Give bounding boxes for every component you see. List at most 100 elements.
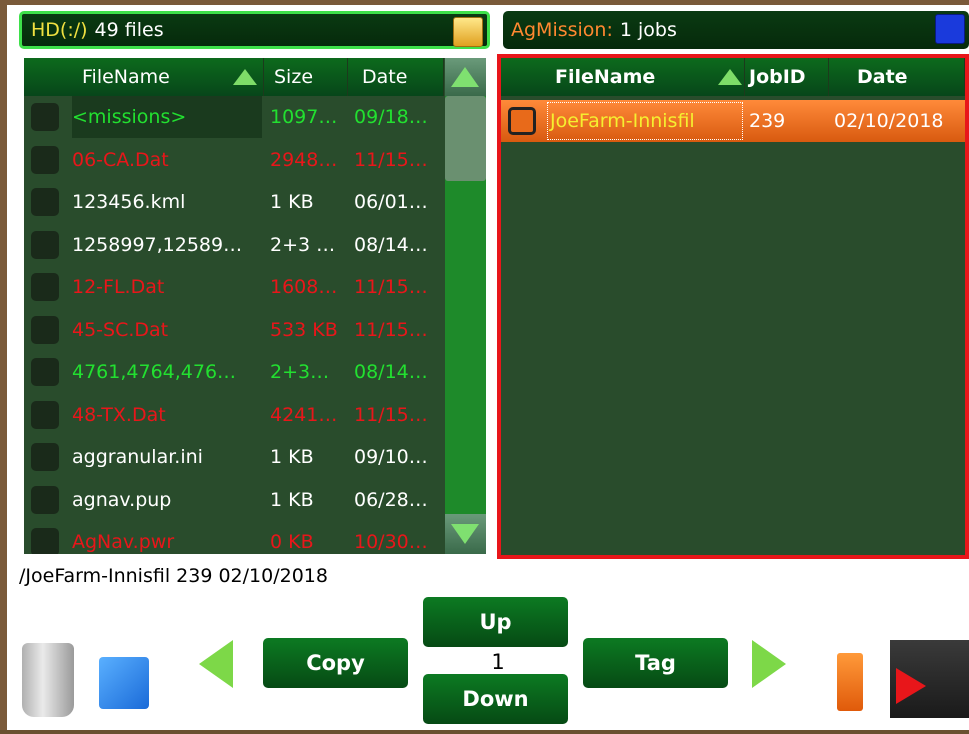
sort-asc-icon <box>718 69 742 85</box>
file-name: agnav.pup <box>72 488 172 511</box>
up-button[interactable]: Up <box>423 597 568 647</box>
file-date: 09/18… <box>354 106 428 128</box>
row-checkbox[interactable] <box>31 485 59 514</box>
down-button[interactable]: Down <box>423 674 568 724</box>
col-job-filename[interactable]: FileName <box>501 58 745 96</box>
file-size: 1097… <box>270 106 338 128</box>
trash-icon[interactable] <box>22 643 74 717</box>
scrollbar-thumb[interactable] <box>445 96 486 181</box>
next-arrow-icon[interactable] <box>752 640 786 688</box>
file-name: AgNav.pwr <box>72 531 175 553</box>
file-size: 0 KB <box>270 531 314 553</box>
file-date: 09/10… <box>354 446 428 468</box>
drive-label: HD(:/) <box>31 19 88 41</box>
job-date: 02/10/2018 <box>834 110 944 132</box>
file-row[interactable]: <missions> 1097… 09/18… <box>24 96 486 138</box>
file-date: 11/15… <box>354 276 428 298</box>
file-size: 2948… <box>270 148 338 171</box>
file-list-panel: FileName Size Date <missions> 1097… 09/18…… <box>24 58 486 554</box>
arrow-up-icon <box>451 67 479 87</box>
col-size-label: Size <box>274 66 314 88</box>
file-name: 45-SC.Dat <box>72 318 169 341</box>
file-date: 06/01… <box>354 191 428 213</box>
cube-icon[interactable] <box>99 657 149 709</box>
file-row[interactable]: agnav.pup 1 KB 06/28… <box>24 479 486 521</box>
file-row[interactable]: 48-TX.Dat 4241… 11/15… <box>24 394 486 436</box>
row-checkbox[interactable] <box>31 358 59 386</box>
file-name: <missions> <box>72 96 262 138</box>
file-size: 2+3… <box>270 361 330 383</box>
arrow-down-icon <box>451 524 479 544</box>
col-job-filename-label: FileName <box>555 66 656 88</box>
sort-asc-icon <box>233 69 257 85</box>
col-job-date-label: Date <box>857 66 908 88</box>
file-date: 06/28… <box>354 488 428 511</box>
prev-arrow-icon[interactable] <box>199 640 233 688</box>
file-date: 08/14… <box>354 361 428 383</box>
file-row[interactable]: AgNav.pwr 0 KB 10/30… <box>24 521 486 554</box>
row-checkbox[interactable] <box>31 145 59 174</box>
col-jobid-label: JobID <box>749 66 806 88</box>
file-name: 123456.kml <box>72 191 186 213</box>
scroll-up-button[interactable] <box>445 58 486 96</box>
window-frame-top <box>0 0 969 5</box>
mission-header: AgMission: 1 jobs <box>503 11 969 49</box>
file-date: 11/15… <box>354 148 428 171</box>
file-size: 1608… <box>270 276 338 298</box>
col-date-label: Date <box>362 66 408 88</box>
network-icon[interactable] <box>935 14 965 44</box>
folder-icon[interactable] <box>453 17 483 47</box>
file-name: 4761,4764,476… <box>72 361 237 383</box>
row-checkbox[interactable] <box>31 103 59 131</box>
file-name: 48-TX.Dat <box>72 403 166 426</box>
file-size: 4241… <box>270 403 338 426</box>
copy-button[interactable]: Copy <box>263 638 408 688</box>
row-checkbox[interactable] <box>31 188 59 216</box>
file-row[interactable]: 1258997,12589… 2+3 … 08/14… <box>24 224 486 266</box>
file-count: 49 files <box>94 19 164 41</box>
job-list-panel: FileName JobID Date JoeFarm-Innisfil 239… <box>497 54 969 559</box>
mission-label: AgMission: <box>511 19 613 41</box>
file-size: 1 KB <box>270 446 314 468</box>
file-size: 1 KB <box>270 488 314 511</box>
file-size: 533 KB <box>270 318 338 341</box>
row-checkbox[interactable] <box>31 273 59 301</box>
file-name: 06-CA.Dat <box>72 148 169 171</box>
file-row[interactable]: 45-SC.Dat 533 KB 11/15… <box>24 309 486 351</box>
file-row[interactable]: 4761,4764,476… 2+3… 08/14… <box>24 351 486 393</box>
col-filename[interactable]: FileName <box>24 58 264 96</box>
page-number: 1 <box>491 650 505 674</box>
file-date: 10/30… <box>354 531 428 553</box>
row-checkbox[interactable] <box>508 107 536 135</box>
file-row[interactable]: 12-FL.Dat 1608… 11/15… <box>24 266 486 308</box>
tag-button[interactable]: Tag <box>583 638 728 688</box>
col-date[interactable]: Date <box>348 58 444 96</box>
row-checkbox[interactable] <box>31 230 59 259</box>
col-jobid[interactable]: JobID <box>745 58 829 96</box>
file-date: 11/15… <box>354 403 428 426</box>
scroll-down-button[interactable] <box>445 514 486 554</box>
file-name: 1258997,12589… <box>72 233 243 256</box>
file-date: 08/14… <box>354 233 428 256</box>
row-checkbox[interactable] <box>31 315 59 344</box>
col-job-date[interactable]: Date <box>829 58 965 96</box>
job-row[interactable]: JoeFarm-Innisfil 239 02/10/2018 <box>501 100 965 142</box>
job-filename: JoeFarm-Innisfil <box>547 102 743 140</box>
job-id: 239 <box>749 110 786 132</box>
file-name: aggranular.ini <box>72 446 203 468</box>
exit-arrow-icon <box>896 668 926 704</box>
row-checkbox[interactable] <box>31 528 59 554</box>
file-row[interactable]: 123456.kml 1 KB 06/01… <box>24 181 486 223</box>
job-count: 1 jobs <box>619 19 677 41</box>
file-size: 1 KB <box>270 191 314 213</box>
file-date: 11/15… <box>354 318 428 341</box>
file-row[interactable]: aggranular.ini 1 KB 09/10… <box>24 436 486 478</box>
row-checkbox[interactable] <box>31 400 59 429</box>
row-checkbox[interactable] <box>31 443 59 471</box>
usb-icon[interactable] <box>837 653 863 711</box>
drive-header: HD(:/) 49 files <box>19 11 490 49</box>
col-size[interactable]: Size <box>264 58 348 96</box>
file-size: 2+3 … <box>270 233 336 256</box>
file-row[interactable]: 06-CA.Dat 2948… 11/15… <box>24 139 486 181</box>
window-frame-left <box>0 0 7 734</box>
